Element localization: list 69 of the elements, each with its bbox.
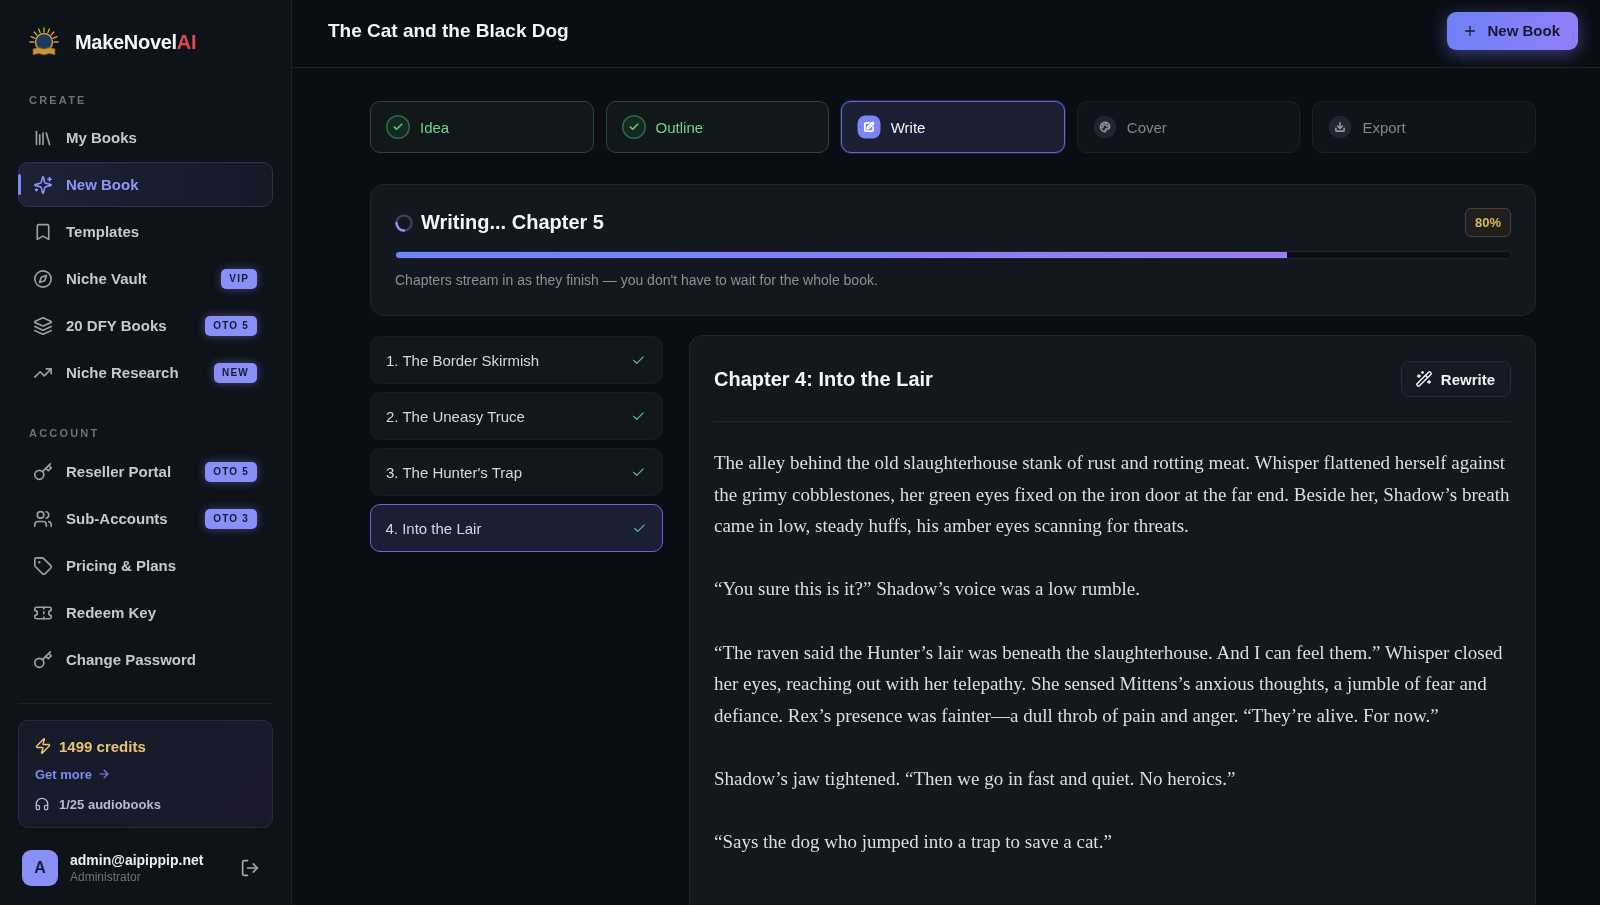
user-email: admin@aipippip.net — [70, 852, 204, 868]
user-role: Administrator — [70, 870, 141, 884]
plus-icon — [1463, 23, 1478, 38]
chapter-item[interactable]: 2. The Uneasy Truce — [370, 392, 663, 440]
rewrite-button[interactable]: Rewrite — [1400, 361, 1511, 397]
logout-icon[interactable] — [241, 859, 259, 877]
chapter-paragraph: Shadow’s jaw tightened. “Then we go in fast and quiet. No heroics.” — [714, 766, 1237, 791]
layers-icon — [34, 316, 52, 335]
step-tab[interactable]: Export — [1312, 101, 1536, 153]
credits-amount: 1499 credits — [59, 737, 146, 755]
chapter-item[interactable]: 4. Into the Lair — [370, 504, 663, 552]
percent-badge: 80% — [1464, 208, 1511, 237]
step-tab[interactable]: Outline — [605, 101, 830, 153]
compass-icon — [34, 269, 52, 288]
page-title: The Cat and the Black Dog — [328, 19, 569, 42]
key-icon — [34, 650, 52, 669]
sidebar-item[interactable]: My Books — [18, 115, 273, 160]
headphones-icon — [35, 797, 49, 811]
sidebar-item[interactable]: Niche Research NEW — [18, 350, 273, 395]
sidebar-item[interactable]: Templates — [18, 209, 273, 254]
sidebar-item[interactable]: Niche Vault VIP — [18, 256, 273, 301]
chapter-paragraph: “You sure this is it?” Shadow’s voice was a low rumble. — [714, 577, 1142, 602]
sidebar-item[interactable]: Sub-Accounts OTO 3 — [18, 496, 273, 541]
sidebar-item[interactable]: Reseller Portal OTO 5 — [18, 449, 273, 494]
bookmark-icon — [34, 222, 52, 241]
chapter-paragraph: “The raven said the Hunter’s lair was beneath the slaughterhouse. And I can feel them.” Whisper closed her eyes, reaching out with her telepathy. She sensed Mittens’s anxious thoughts, a jumble of fear and defiance. Rex’s presence was fainter—a dull throb of pain and anger. “They’re alive. For now.” — [714, 640, 1504, 728]
new-book-button[interactable]: New Book — [1447, 11, 1578, 50]
bolt-icon — [35, 738, 51, 754]
check-icon — [621, 115, 646, 139]
audiobooks-count: 1/25 audiobooks — [59, 796, 161, 812]
sidebar-item[interactable]: New Book — [18, 162, 273, 207]
chapter-paragraph: The alley behind the old slaughterhouse stank of rust and rotting meat. Whisper flattened herself against the grimy cobblestones, her green eyes fixed on the iron door at the far end. Beside her, Shadow’s breath came in low, steady huffs, his amber eyes scanning for threats. — [714, 451, 1511, 539]
step-tab[interactable]: Idea — [370, 101, 594, 153]
ticket-icon — [34, 603, 52, 622]
check-icon — [386, 115, 410, 139]
download-icon — [1328, 115, 1353, 139]
progress-caption: Chapters stream in as they finish — you don't have to wait for the whole book. — [395, 272, 879, 289]
section-label: CREATE — [28, 94, 87, 107]
badge: OTO 5 — [205, 461, 257, 482]
get-more-link[interactable]: Get more — [35, 766, 111, 782]
books-icon — [34, 128, 52, 147]
spinner-icon — [395, 213, 413, 232]
badge: VIP — [221, 268, 257, 289]
tag-icon — [34, 556, 52, 575]
badge: NEW — [214, 362, 257, 383]
palette-icon — [1092, 115, 1117, 139]
sparkles-icon — [34, 175, 52, 194]
key-icon — [34, 462, 52, 481]
progress-title: Writing... Chapter 5 — [421, 211, 604, 234]
step-tab[interactable]: Cover — [1076, 101, 1301, 153]
sidebar-item[interactable]: Pricing & Plans — [18, 543, 273, 588]
badge: OTO 3 — [205, 508, 257, 529]
brand-name: MakeNovelAI — [75, 30, 197, 54]
arrow-icon — [98, 768, 111, 780]
badge: OTO 5 — [205, 315, 257, 336]
sidebar-item[interactable]: 20 DFY Books OTO 5 — [18, 303, 273, 348]
chapter-title: Chapter 4: Into the Lair — [714, 367, 933, 391]
wand-icon — [1415, 371, 1432, 387]
pen-icon — [856, 115, 881, 139]
sidebar-item[interactable]: Change Password — [18, 637, 273, 682]
users-icon — [34, 509, 52, 528]
avatar: A — [22, 850, 58, 886]
chapter-item[interactable]: 1. The Border Skirmish — [370, 336, 663, 384]
section-label: ACCOUNT — [28, 427, 100, 440]
chapter-paragraph: “Says the dog who jumped into a trap to save a cat.” — [714, 830, 1113, 855]
step-tab[interactable]: Write — [841, 101, 1065, 153]
chapter-item[interactable]: 3. The Hunter's Trap — [370, 448, 663, 496]
logo-icon — [28, 27, 60, 57]
sidebar-item[interactable]: Redeem Key — [18, 590, 273, 635]
